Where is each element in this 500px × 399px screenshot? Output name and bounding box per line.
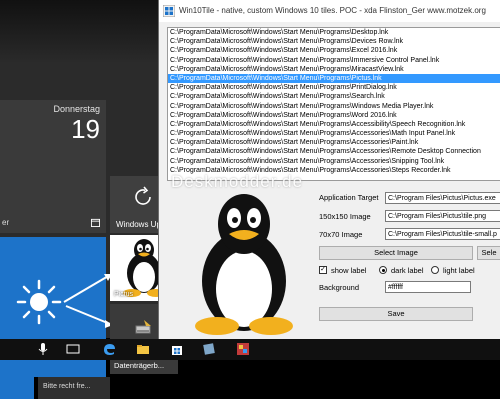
image-70-label: 70x70 Image [319, 230, 363, 239]
refresh-icon [135, 186, 151, 205]
shortcut-listbox[interactable]: C:\ProgramData\Microsoft\Windows\Start M… [167, 27, 500, 181]
small-blue-tile[interactable] [0, 377, 34, 399]
task-view-icon[interactable] [66, 342, 80, 356]
list-item[interactable]: C:\ProgramData\Microsoft\Windows\Start M… [168, 56, 500, 65]
calendar-day: Donnerstag [53, 104, 100, 114]
camera-tile[interactable]: Bitte recht fre... [38, 377, 110, 399]
list-item[interactable]: C:\ProgramData\Microsoft\Windows\Start M… [168, 129, 500, 138]
notes-app-icon[interactable] [202, 342, 216, 356]
select-image-button[interactable]: Select Image [319, 246, 473, 260]
list-item[interactable]: C:\ProgramData\Microsoft\Windows\Start M… [168, 138, 500, 147]
list-item[interactable]: C:\ProgramData\Microsoft\Windows\Start M… [168, 111, 500, 120]
win10tile-app-icon[interactable] [236, 342, 250, 356]
tux-preview-image [195, 194, 293, 335]
dark-label-radio[interactable] [379, 266, 387, 274]
image-150-label: 150x150 Image [319, 212, 371, 221]
background-label: Background [319, 283, 360, 292]
list-item[interactable]: C:\ProgramData\Microsoft\Windows\Start M… [168, 65, 500, 74]
file-explorer-icon[interactable] [136, 342, 150, 356]
list-item[interactable]: C:\ProgramData\Microsoft\Windows\Start M… [168, 102, 500, 111]
list-item[interactable]: C:\ProgramData\Microsoft\Windows\Start M… [168, 73, 500, 84]
taskbar [0, 339, 500, 360]
list-item[interactable]: C:\ProgramData\Microsoft\Windows\Start M… [168, 92, 500, 101]
pictus-tile-label: Pictus [114, 291, 134, 298]
calendar-tile-label: er [2, 218, 10, 227]
app-icon [163, 5, 175, 17]
calendar-tile[interactable]: Donnerstag 19 er [0, 100, 106, 233]
sun-icon [16, 279, 62, 325]
list-item[interactable]: C:\ProgramData\Microsoft\Windows\Start M… [168, 37, 500, 46]
edge-icon[interactable] [102, 342, 116, 356]
select-button[interactable]: Sele [477, 246, 500, 260]
watermark: Deskmodder.de [171, 172, 304, 191]
calendar-date: 19 [71, 114, 100, 144]
list-item[interactable]: C:\ProgramData\Microsoft\Windows\Start M… [168, 147, 500, 156]
app-target-field[interactable]: C:\Program Files\Pictus\Pictus.exe [385, 192, 500, 204]
win10tile-window: Win10Tile - native, custom Windows 10 ti… [158, 0, 500, 340]
list-item[interactable]: C:\ProgramData\Microsoft\Windows\Start M… [168, 28, 500, 37]
light-label-text: light label [443, 266, 475, 275]
title-bar[interactable]: Win10Tile - native, custom Windows 10 ti… [159, 0, 500, 22]
list-item[interactable]: C:\ProgramData\Microsoft\Windows\Start M… [168, 120, 500, 129]
light-label-radio[interactable] [431, 266, 439, 274]
show-label-checkbox[interactable]: ✓ [319, 266, 327, 274]
camera-tile-label: Bitte recht fre... [43, 383, 91, 390]
disk-cleanup-label: Datenträgerb... [114, 361, 165, 370]
disk-cleanup-icon [135, 320, 151, 334]
image-150-field[interactable]: C:\Program Files\Pictus\tile.png [385, 210, 500, 222]
list-item[interactable]: C:\ProgramData\Microsoft\Windows\Start M… [168, 83, 500, 92]
window-title: Win10Tile - native, custom Windows 10 ti… [179, 6, 486, 15]
app-target-label: Application Target [319, 193, 379, 202]
list-item[interactable]: C:\ProgramData\Microsoft\Windows\Start M… [168, 46, 500, 55]
list-item[interactable]: C:\ProgramData\Microsoft\Windows\Start M… [168, 157, 500, 166]
show-label-text: show label [331, 266, 367, 275]
image-70-field[interactable]: C:\Program Files\Pictus\tile-small.p [385, 228, 500, 240]
microphone-icon[interactable] [36, 342, 50, 356]
store-icon[interactable] [170, 342, 184, 356]
save-button[interactable]: Save [319, 307, 473, 321]
calendar-icon [91, 218, 100, 227]
dark-label-text: dark label [391, 266, 424, 275]
background-field[interactable]: #ffffff [385, 281, 471, 293]
